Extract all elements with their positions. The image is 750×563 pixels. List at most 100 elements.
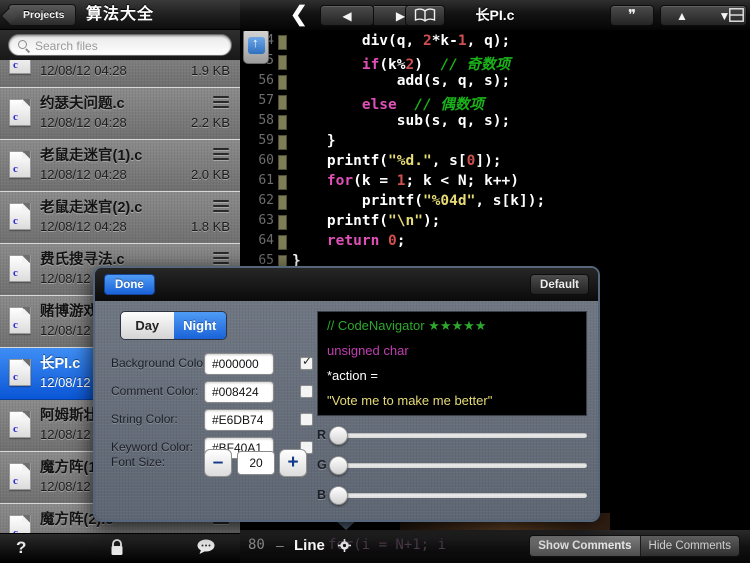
line-marker <box>278 195 287 210</box>
file-date: 12/08/12 04:28 <box>40 63 127 78</box>
line-number: 56 <box>258 73 274 88</box>
c-file-icon: c <box>9 203 31 230</box>
line-number: 58 <box>258 113 274 128</box>
scroll-up-button[interactable]: ▲ <box>660 5 704 26</box>
projects-back-button[interactable]: Projects <box>8 4 77 26</box>
file-name: 老鼠走迷官(1).c <box>40 148 143 164</box>
file-list-item[interactable]: c 12/08/12 04:28 1.9 KB <box>0 60 240 88</box>
c-file-icon: c <box>9 60 31 74</box>
theme-segmented-control[interactable]: Day Night <box>120 311 227 340</box>
line-marker <box>278 35 287 50</box>
hide-comments-button[interactable]: Hide Comments <box>641 536 739 556</box>
bookmark-button[interactable] <box>405 5 445 26</box>
file-list-item[interactable]: c 老鼠走迷官(1).c 12/08/12 04:28 2.0 KB <box>0 140 240 192</box>
color-setting-checkbox[interactable] <box>300 354 313 370</box>
show-comments-button[interactable]: Show Comments <box>530 536 641 556</box>
preview-comment-line: // CodeNavigator ★★★★★ <box>327 318 487 333</box>
done-button[interactable]: Done <box>104 274 155 295</box>
file-menu-icon[interactable] <box>213 96 229 108</box>
line-number: 62 <box>258 193 274 208</box>
question-mark-icon[interactable]: ? <box>16 538 26 558</box>
file-menu-icon[interactable] <box>213 200 229 212</box>
theme-night-option[interactable]: Night <box>173 312 226 339</box>
file-name: 长PI.c <box>40 356 81 372</box>
gear-icon[interactable] <box>338 539 351 552</box>
file-menu-icon[interactable] <box>213 252 229 264</box>
color-setting-label: String Color: <box>111 412 178 426</box>
file-date: 12/08/12 04:28 <box>40 167 127 182</box>
color-setting-checkbox[interactable] <box>300 385 313 398</box>
comments-toggle-group[interactable]: Show Comments Hide Comments <box>529 535 740 557</box>
rgb-slider-row: R <box>317 426 587 446</box>
color-setting-input[interactable]: #E6DB74 <box>204 409 274 431</box>
lock-icon[interactable] <box>110 539 124 561</box>
file-size: 2.0 KB <box>190 167 230 182</box>
status-dash: – <box>276 537 284 553</box>
c-file-icon: c <box>9 359 31 386</box>
font-size-value[interactable]: 20 <box>237 451 275 475</box>
search-input[interactable]: Search files <box>8 34 232 56</box>
rgb-slider-label: R <box>317 428 327 442</box>
status-line-label: Line <box>294 537 325 554</box>
theme-day-option[interactable]: Day <box>121 312 174 339</box>
color-setting-input[interactable]: #008424 <box>204 381 274 403</box>
code-line: if(k%2) // 奇数项 <box>361 57 511 73</box>
line-marker <box>278 215 287 230</box>
theme-preview-box: // CodeNavigator ★★★★★ unsigned char *ac… <box>317 311 587 416</box>
code-line: printf("\n"); <box>292 213 441 229</box>
rgb-slider-knob[interactable] <box>329 456 348 475</box>
file-list-item[interactable]: c 老鼠走迷官(2).c 12/08/12 04:28 1.8 KB <box>0 192 240 244</box>
line-marker <box>278 115 287 130</box>
code-line: add(s, q, s); <box>292 73 511 89</box>
editor-back-chevron-icon[interactable]: ❮ <box>290 4 308 26</box>
c-file-icon: c <box>9 151 31 178</box>
line-marker <box>278 75 287 90</box>
file-name: 约瑟夫问题.c <box>40 96 125 112</box>
comment-bubble-icon[interactable] <box>197 539 215 559</box>
color-setting-input[interactable]: #000000 <box>204 353 274 375</box>
file-menu-icon[interactable] <box>213 148 229 160</box>
scroll-upload-thumb-icon[interactable] <box>243 31 269 64</box>
line-number: 64 <box>258 233 274 248</box>
file-browser-bottom-bar: ? <box>0 533 240 563</box>
rgb-slider-track[interactable] <box>333 493 587 498</box>
rgb-slider-label: B <box>317 488 327 502</box>
line-marker <box>278 155 287 170</box>
font-size-increase-button[interactable]: + <box>279 449 307 477</box>
rgb-slider-track[interactable] <box>333 433 587 438</box>
split-layout-icon[interactable] <box>729 8 744 27</box>
font-size-label: Font Size: <box>111 455 166 469</box>
code-line: } <box>292 133 336 149</box>
code-line: else // 偶数项 <box>361 97 484 113</box>
color-setting-label: Background Color: <box>111 356 211 370</box>
line-number: 61 <box>258 173 274 188</box>
font-size-decrease-button[interactable]: – <box>204 449 232 477</box>
file-size: 1.8 KB <box>190 219 230 234</box>
line-number: 63 <box>258 213 274 228</box>
prev-button[interactable]: ◀ <box>320 5 374 26</box>
code-line: sub(s, q, s); <box>292 113 511 129</box>
settings-dialog-body: Day Night Background Color:#000000 Commen… <box>95 301 598 520</box>
rgb-slider-knob[interactable] <box>329 426 348 445</box>
editor-toolbar: 长PI.c ❮ ◀ ▶ ❞ ▲ ▼ <box>240 0 750 31</box>
rgb-slider-row: G <box>317 456 587 476</box>
file-browser-toolbar: 算法大全 Projects <box>0 0 240 30</box>
c-file-icon: c <box>9 99 31 126</box>
file-size: 1.9 KB <box>190 63 230 78</box>
file-date: 12/08/12 04:28 <box>40 219 127 234</box>
rgb-slider-track[interactable] <box>333 463 587 468</box>
file-list-item[interactable]: c 约瑟夫问题.c 12/08/12 04:28 2.2 KB <box>0 88 240 140</box>
color-setting-checkbox[interactable] <box>300 413 313 426</box>
rgb-slider-row: B <box>317 486 587 506</box>
quote-button[interactable]: ❞ <box>610 5 654 26</box>
preview-keyword-line: unsigned char <box>327 343 409 358</box>
rgb-slider-knob[interactable] <box>329 486 348 505</box>
rgb-slider-label: G <box>317 458 327 472</box>
search-placeholder: Search files <box>35 39 98 53</box>
code-line: printf("%d.", s[0]); <box>292 153 502 169</box>
app-root: 算法大全 Projects Search files c 12/08/12 04:… <box>0 0 750 563</box>
default-button[interactable]: Default <box>530 274 589 295</box>
status-line-number: 80 <box>248 537 265 553</box>
line-marker <box>278 175 287 190</box>
settings-dialog: Done Default Day Night Background Color:… <box>93 266 600 522</box>
